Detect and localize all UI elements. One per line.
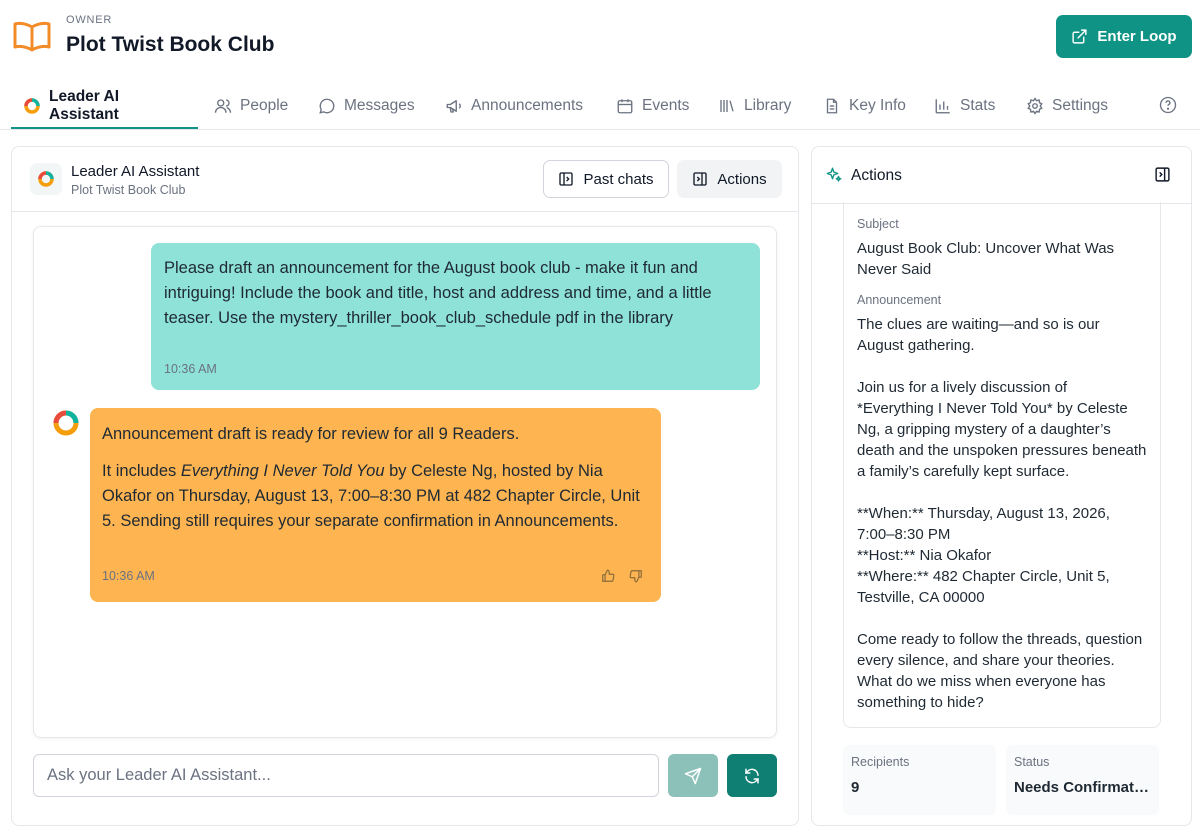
app-header: OWNER Plot Twist Book Club Enter Loop <box>0 0 1200 80</box>
tab-label: People <box>240 97 289 114</box>
tab-people[interactable]: People <box>214 84 288 128</box>
help-icon[interactable] <box>1159 96 1177 114</box>
chat-input[interactable] <box>33 754 659 797</box>
announcement-draft-card: Subject August Book Club: Uncover What W… <box>843 202 1161 728</box>
ai-ring-icon <box>24 97 40 114</box>
tab-settings[interactable]: Settings <box>1026 84 1108 128</box>
external-link-icon <box>1072 29 1087 44</box>
chat-header: Leader AI Assistant Plot Twist Book Club… <box>12 147 798 212</box>
refresh-icon <box>745 768 759 783</box>
send-button[interactable] <box>668 754 718 797</box>
subject-value: August Book Club: Uncover What Was Never… <box>857 240 1115 278</box>
message-list[interactable]: Please draft an announcement for the Aug… <box>33 226 777 738</box>
tab-key-info[interactable]: Key Info <box>823 84 906 128</box>
open-book-logo-icon <box>13 21 51 52</box>
chat-subtitle: Plot Twist Book Club <box>71 183 186 197</box>
send-icon <box>684 767 702 784</box>
sidebar-left-icon <box>559 172 574 186</box>
enter-loop-label: Enter Loop <box>1097 28 1177 45</box>
tab-label: Settings <box>1052 97 1109 114</box>
library-icon <box>720 100 734 112</box>
book-title: Everything I Never Told You <box>180 462 385 480</box>
recipients-label: Recipients <box>851 755 910 769</box>
tab-label: Stats <box>960 97 996 114</box>
refresh-button[interactable] <box>727 754 777 797</box>
sparkles-icon <box>826 167 842 182</box>
actions-toggle-button[interactable]: Actions <box>677 160 782 198</box>
actions-panel-title: Actions <box>851 167 902 184</box>
tab-label: Key Info <box>849 97 906 114</box>
sidebar-right-icon <box>693 172 708 186</box>
subject-label: Subject <box>857 217 899 231</box>
tab-messages[interactable]: Messages <box>318 84 415 128</box>
club-title: Plot Twist Book Club <box>66 33 275 56</box>
tab-label: Messages <box>344 97 415 114</box>
actions-label: Actions <box>717 170 767 188</box>
status-label: Status <box>1014 755 1050 769</box>
user-message-text: Please draft an announcement for the Aug… <box>164 259 712 327</box>
feedback-buttons <box>601 569 643 583</box>
bar-chart-icon <box>935 99 950 114</box>
status-card: Status Needs Confirmation <box>1006 745 1159 815</box>
thumbs-up-icon[interactable] <box>601 569 615 583</box>
recipients-card: Recipients 9 <box>843 745 996 815</box>
tab-label: Events <box>642 97 690 114</box>
assistant-ring-icon <box>53 410 79 436</box>
user-message: Please draft an announcement for the Aug… <box>151 243 760 390</box>
thumbs-down-icon[interactable] <box>629 569 643 583</box>
tab-label: Leader AI Assistant <box>49 87 120 123</box>
assistant-message-line1: Announcement draft is ready for review f… <box>102 425 520 443</box>
chat-title: Leader AI Assistant <box>71 163 200 180</box>
actions-panel-header: Actions <box>812 147 1191 204</box>
role-label: OWNER <box>66 14 113 26</box>
chat-panel: Leader AI Assistant Plot Twist Book Club… <box>11 146 799 826</box>
assistant-message: Announcement draft is ready for review f… <box>90 408 661 602</box>
tab-library[interactable]: Library <box>718 84 791 128</box>
tab-leader-ai-assistant[interactable]: Leader AI Assistant <box>11 84 198 129</box>
assistant-message-line2: It includes Everything I Never Told You … <box>102 459 649 534</box>
tab-stats[interactable]: Stats <box>934 84 995 128</box>
text-segment: It includes <box>102 462 181 480</box>
recipients-value: 9 <box>851 779 860 796</box>
megaphone-icon <box>446 100 461 113</box>
tab-label: Library <box>744 97 792 114</box>
collapse-panel-icon[interactable] <box>1154 166 1171 183</box>
message-time: 10:36 AM <box>102 569 155 583</box>
message-time: 10:36 AM <box>164 362 217 376</box>
tab-bar: Leader AI Assistant People Messages Anno… <box>0 84 1200 130</box>
actions-panel: Actions Subject August Book Club: Uncove… <box>811 146 1192 826</box>
document-icon <box>826 98 838 114</box>
enter-loop-button[interactable]: Enter Loop <box>1056 15 1192 58</box>
tab-label: Announcements <box>471 97 584 114</box>
chat-bubble-icon <box>319 98 335 114</box>
composer <box>33 754 779 798</box>
past-chats-button[interactable]: Past chats <box>543 160 669 198</box>
tab-events[interactable]: Events <box>616 84 689 128</box>
announcement-body: The clues are waiting—and so is our Augu… <box>857 316 1147 711</box>
ai-ring-icon <box>38 171 54 187</box>
past-chats-label: Past chats <box>583 170 654 188</box>
announcement-label: Announcement <box>857 293 942 307</box>
assistant-avatar <box>30 163 62 195</box>
status-value: Needs Confirmation <box>1014 779 1151 796</box>
calendar-icon <box>617 99 633 114</box>
people-icon <box>214 99 232 113</box>
tab-announcements[interactable]: Announcements <box>445 84 583 128</box>
gear-icon <box>1027 97 1043 115</box>
